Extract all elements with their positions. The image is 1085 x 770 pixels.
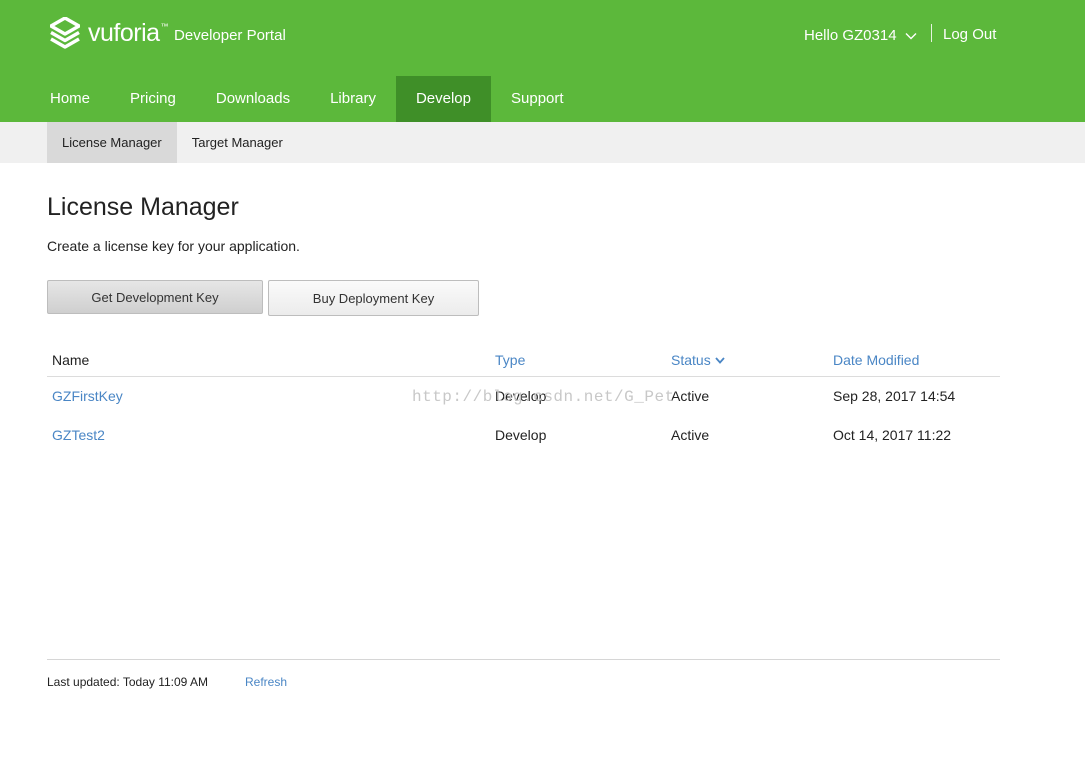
main-nav: Home Pricing Downloads Library Develop S… [30,76,584,122]
nav-downloads[interactable]: Downloads [196,76,310,122]
column-header-status[interactable]: Status [671,344,725,376]
license-status: Active [671,427,710,443]
chevron-down-icon [905,27,917,44]
brand-name: vuforia™ [88,18,169,47]
last-updated-text: Last updated: Today 11:09 AM [47,675,209,689]
header-divider [931,24,932,42]
license-name-link[interactable]: GZTest2 [52,416,105,455]
nav-support[interactable]: Support [491,76,584,122]
license-name-link[interactable]: GZFirstKey [52,377,123,416]
table-row: GZFirstKey Develop Active Sep 28, 2017 1… [47,377,1000,416]
get-development-key-button[interactable]: Get Development Key [47,280,263,314]
column-header-date-modified[interactable]: Date Modified [833,344,919,376]
top-header: vuforia™ Developer Portal Hello GZ0314 L… [0,0,1085,122]
logout-link[interactable]: Log Out [943,26,996,43]
page-description: Create a license key for your applicatio… [47,238,300,254]
subnav-target-manager[interactable]: Target Manager [177,122,298,163]
sub-nav: License Manager Target Manager [0,122,1085,163]
column-header-name: Name [52,352,90,368]
user-menu[interactable]: Hello GZ0314 [804,24,917,46]
sort-down-icon [715,356,725,364]
license-date-modified: Sep 28, 2017 14:54 [833,388,956,404]
column-header-type[interactable]: Type [495,344,525,376]
subnav-license-manager[interactable]: License Manager [47,122,177,163]
footer-divider [47,659,1000,660]
page-title: License Manager [47,193,239,221]
refresh-link[interactable]: Refresh [245,675,287,689]
license-type: Develop [495,388,547,404]
user-greeting: Hello GZ0314 [804,26,897,44]
license-date-modified: Oct 14, 2017 11:22 [833,427,952,443]
column-header-status-label: Status [671,352,711,368]
portal-name: Developer Portal [174,26,286,44]
nav-library[interactable]: Library [310,76,396,122]
table-row: GZTest2 Develop Active Oct 14, 2017 11:2… [47,416,1000,455]
license-status: Active [671,388,710,404]
vuforia-logo[interactable]: vuforia™ Developer Portal [50,16,286,50]
nav-develop[interactable]: Develop [395,76,491,122]
buy-deployment-key-button[interactable]: Buy Deployment Key [268,280,479,316]
license-type: Develop [495,427,547,443]
vuforia-logo-icon [50,17,80,49]
nav-pricing[interactable]: Pricing [110,76,196,122]
nav-home[interactable]: Home [30,76,110,122]
